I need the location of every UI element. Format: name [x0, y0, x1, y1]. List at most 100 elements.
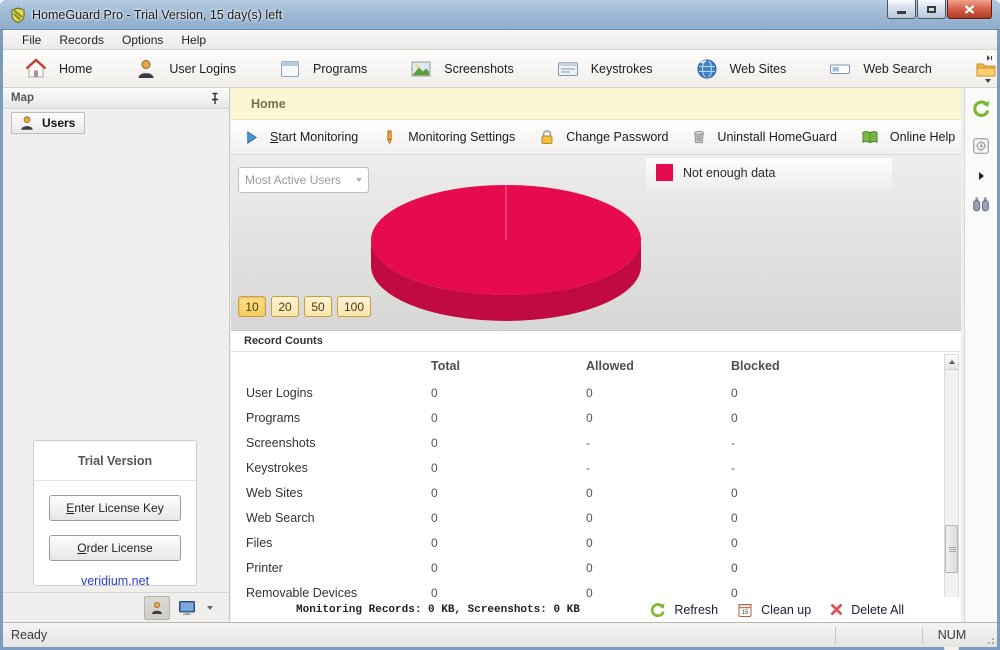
- clock-icon: [972, 137, 990, 155]
- calendar-icon: 15: [737, 602, 753, 618]
- table-row: Programs 0 0 0: [231, 405, 961, 430]
- search-box-icon: [828, 57, 852, 81]
- menu-help[interactable]: Help: [172, 31, 215, 49]
- record-counts-header: Record Counts: [231, 330, 961, 352]
- refresh-button[interactable]: Refresh: [644, 601, 723, 618]
- pin-icon[interactable]: [209, 92, 221, 105]
- refresh-icon: [971, 98, 991, 118]
- table-row: Removable Devices 0 0 0: [231, 580, 961, 597]
- table-row: User Logins 0 0 0: [231, 380, 961, 405]
- toolbar-web-sites[interactable]: Web Sites: [674, 54, 808, 84]
- sidebar-item-users[interactable]: Users: [11, 112, 85, 134]
- title-bar[interactable]: HomeGuard Pro - Trial Version, 15 day(s)…: [0, 0, 1000, 30]
- body-area: Map Users Trial Version Enter License Ke…: [3, 88, 997, 622]
- online-help-button[interactable]: Online Help: [861, 130, 955, 145]
- column-allowed: Allowed: [586, 359, 731, 373]
- chart-filter-dropdown[interactable]: Most Active Users: [238, 167, 369, 193]
- window-title: HomeGuard Pro - Trial Version, 15 day(s)…: [32, 8, 282, 22]
- toolbar-programs[interactable]: Programs: [257, 54, 388, 84]
- page-size-10-button[interactable]: 10: [238, 296, 266, 317]
- app-window: HomeGuard Pro - Trial Version, 15 day(s)…: [0, 0, 1000, 650]
- toolbar-screenshots[interactable]: Screenshots: [388, 54, 534, 84]
- map-panel-header: Map: [3, 88, 229, 109]
- app-shield-icon: [10, 7, 26, 23]
- users-view-tab[interactable]: [144, 596, 170, 620]
- user-icon: [18, 114, 36, 132]
- close-icon: [964, 5, 975, 14]
- minimize-button[interactable]: [887, 0, 916, 19]
- delete-all-button[interactable]: Delete All: [825, 603, 909, 617]
- clean-up-button[interactable]: 15 Clean up: [732, 602, 816, 618]
- change-password-button[interactable]: Change Password: [539, 129, 668, 145]
- records-footer: Monitoring Records: 0 KB, Screenshots: 0…: [231, 597, 961, 622]
- veridium-link[interactable]: veridium.net: [81, 574, 149, 588]
- scrollbar-thumb[interactable]: [945, 525, 958, 573]
- page-size-100-button[interactable]: 100: [337, 296, 371, 317]
- table-row: Screenshots 0 - -: [231, 430, 961, 455]
- table-row: Files 0 0 0: [231, 530, 961, 555]
- computers-view-tab[interactable]: [174, 596, 200, 620]
- page-size-buttons: 10 20 50 100: [238, 296, 371, 317]
- action-bar: Start Monitoring Monitoring Settings: [231, 120, 961, 155]
- lock-icon: [539, 129, 555, 145]
- menu-records[interactable]: Records: [50, 31, 113, 49]
- page-size-50-button[interactable]: 50: [304, 296, 332, 317]
- chevron-down-icon: [356, 178, 362, 182]
- chart-legend: Not enough data: [646, 158, 892, 198]
- home-icon: [24, 57, 48, 81]
- toolbar-keystrokes[interactable]: Keystrokes: [535, 54, 674, 84]
- map-panel-title: Map: [11, 92, 209, 104]
- legend-item: Not enough data: [646, 158, 892, 181]
- monitoring-settings-button[interactable]: Monitoring Settings: [382, 129, 515, 145]
- main-toolbar: Home User Logins Programs Screen: [3, 50, 997, 88]
- maximize-icon: [927, 6, 936, 13]
- refresh-strip-button[interactable]: [969, 96, 993, 120]
- page-size-20-button[interactable]: 20: [271, 296, 299, 317]
- arrow-right-icon: [979, 172, 984, 180]
- book-icon: [861, 130, 879, 145]
- column-blocked: Blocked: [731, 359, 961, 373]
- toolbar-overflow-button[interactable]: [981, 52, 995, 86]
- menu-options[interactable]: Options: [113, 31, 172, 49]
- menu-file[interactable]: File: [13, 31, 50, 49]
- chevron-down-icon[interactable]: [207, 606, 213, 610]
- num-lock-indicator: NUM: [923, 628, 981, 642]
- legend-color-swatch: [656, 164, 673, 181]
- close-button[interactable]: [947, 0, 992, 19]
- table-row: Printer 0 0 0: [231, 555, 961, 580]
- menu-bar: File Records Options Help: [3, 30, 997, 50]
- table-row: Web Search 0 0 0: [231, 505, 961, 530]
- chart-area: Most Active Users Not enough data 10 20 …: [231, 155, 961, 330]
- maximize-button[interactable]: [917, 0, 946, 19]
- records-summary: Monitoring Records: 0 KB, Screenshots: 0…: [296, 604, 580, 616]
- main-panel: Home Start Monitoring Monitoring Setting…: [231, 88, 961, 622]
- delete-x-icon: [830, 603, 843, 616]
- chevron-right-icon: [987, 55, 990, 61]
- order-license-button[interactable]: Order License: [49, 535, 181, 561]
- divider: [34, 480, 196, 481]
- user-icon: [149, 600, 165, 616]
- resize-grip[interactable]: [981, 631, 995, 645]
- status-text: Ready: [3, 628, 835, 642]
- toolbar-home[interactable]: Home: [3, 54, 113, 84]
- keyboard-icon: [556, 57, 580, 81]
- right-tool-strip: [964, 88, 997, 622]
- toolbar-web-search[interactable]: Web Search: [807, 54, 953, 84]
- scroll-up-button[interactable]: [945, 355, 958, 370]
- uninstall-homeguard-button[interactable]: Uninstall HomeGuard: [692, 129, 837, 145]
- start-monitoring-button[interactable]: Start Monitoring: [244, 130, 358, 145]
- expand-strip-button[interactable]: [969, 164, 993, 188]
- status-bar: Ready NUM: [3, 622, 997, 647]
- enter-license-key-button[interactable]: Enter License Key: [49, 495, 181, 521]
- column-total: Total: [431, 359, 586, 373]
- pencil-icon: [382, 129, 397, 145]
- search-strip-button[interactable]: [969, 192, 993, 216]
- page-title: Home: [251, 97, 286, 111]
- table-row: Web Sites 0 0 0: [231, 480, 961, 505]
- minimize-icon: [897, 11, 906, 14]
- record-counts-title: Record Counts: [244, 335, 323, 347]
- toolbar-user-logins[interactable]: User Logins: [113, 54, 257, 84]
- record-counts-table: Total Allowed Blocked User Logins 0 0 0 …: [231, 352, 961, 597]
- program-window-icon: [278, 57, 302, 81]
- time-view-button[interactable]: [969, 134, 993, 158]
